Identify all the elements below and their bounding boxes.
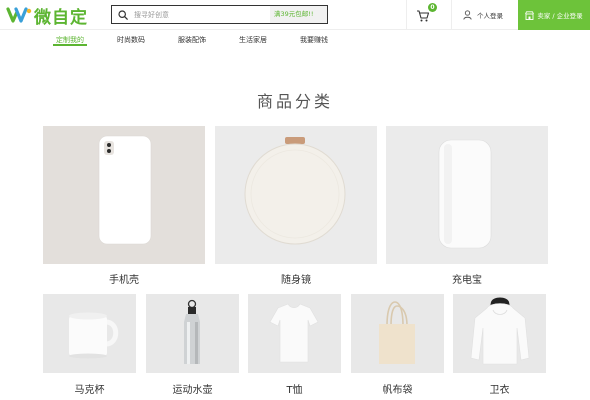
product-card-tshirt[interactable]: T恤 <box>248 294 341 396</box>
nav-item-apparel[interactable]: 服装配饰 <box>178 35 206 45</box>
product-label: 充电宝 <box>452 275 482 286</box>
nav-active-indicator <box>53 44 87 46</box>
product-card-hoodie[interactable]: 卫衣 <box>453 294 546 396</box>
section-title: 商品分类 <box>256 92 333 111</box>
phone-case-image <box>43 126 205 264</box>
product-label: 随身镜 <box>281 275 311 286</box>
seller-login-label: 卖家 / 企业登录 <box>537 12 583 20</box>
product-card-mug[interactable]: 马克杯 <box>43 294 136 396</box>
product-card-sports-bottle[interactable]: 运动水壶 <box>146 294 239 396</box>
power-bank-image <box>386 126 548 264</box>
product-card-canvas-bag[interactable]: 帆布袋 <box>351 294 444 396</box>
product-label: 帆布袋 <box>382 385 413 396</box>
nav-item-home-living[interactable]: 生活家居 <box>239 35 267 45</box>
product-label: T恤 <box>286 385 303 396</box>
nav-item-digital[interactable]: 时尚数码 <box>117 35 145 45</box>
personal-login-link[interactable]: 个人登录 <box>463 9 503 21</box>
hoodie-image <box>453 294 546 373</box>
search-icon[interactable] <box>112 6 134 23</box>
pocket-mirror-image <box>215 126 377 264</box>
product-label: 马克杯 <box>74 385 105 396</box>
promo-banner[interactable]: 满39元包邮!! <box>270 5 328 24</box>
product-card-phone-case[interactable]: 手机壳 <box>43 126 205 286</box>
cart-icon <box>417 10 430 22</box>
top-header: 微自定 满39元包邮!! 0 个人登录 <box>0 0 590 30</box>
seller-login-button[interactable]: 卖家 / 企业登录 <box>518 0 590 30</box>
personal-login-label: 个人登录 <box>477 12 503 20</box>
cart-count-badge: 0 <box>428 3 437 12</box>
category-nav: 定制我的 时尚数码 服装配饰 生活家居 我要赚钱 <box>0 31 590 47</box>
header-divider <box>406 0 407 30</box>
tshirt-image <box>248 294 341 373</box>
logo[interactable]: 微自定 <box>6 4 88 28</box>
nav-item-earn-money[interactable]: 我要赚钱 <box>300 35 328 45</box>
search-box <box>111 5 270 24</box>
product-card-pocket-mirror[interactable]: 随身镜 <box>215 126 377 286</box>
cart-button[interactable]: 0 <box>416 3 437 25</box>
logo-icon <box>6 7 32 23</box>
search-input[interactable] <box>134 7 264 22</box>
store-icon <box>525 10 535 20</box>
product-label: 卫衣 <box>489 385 510 396</box>
header-divider <box>451 0 452 30</box>
logo-text: 微自定 <box>34 7 88 28</box>
product-label: 运动水壶 <box>172 385 213 396</box>
canvas-bag-image <box>351 294 444 373</box>
mug-image <box>43 294 136 373</box>
user-icon <box>463 10 472 20</box>
sports-bottle-image <box>146 294 239 373</box>
product-label: 手机壳 <box>109 275 139 286</box>
product-card-power-bank[interactable]: 充电宝 <box>386 126 548 286</box>
